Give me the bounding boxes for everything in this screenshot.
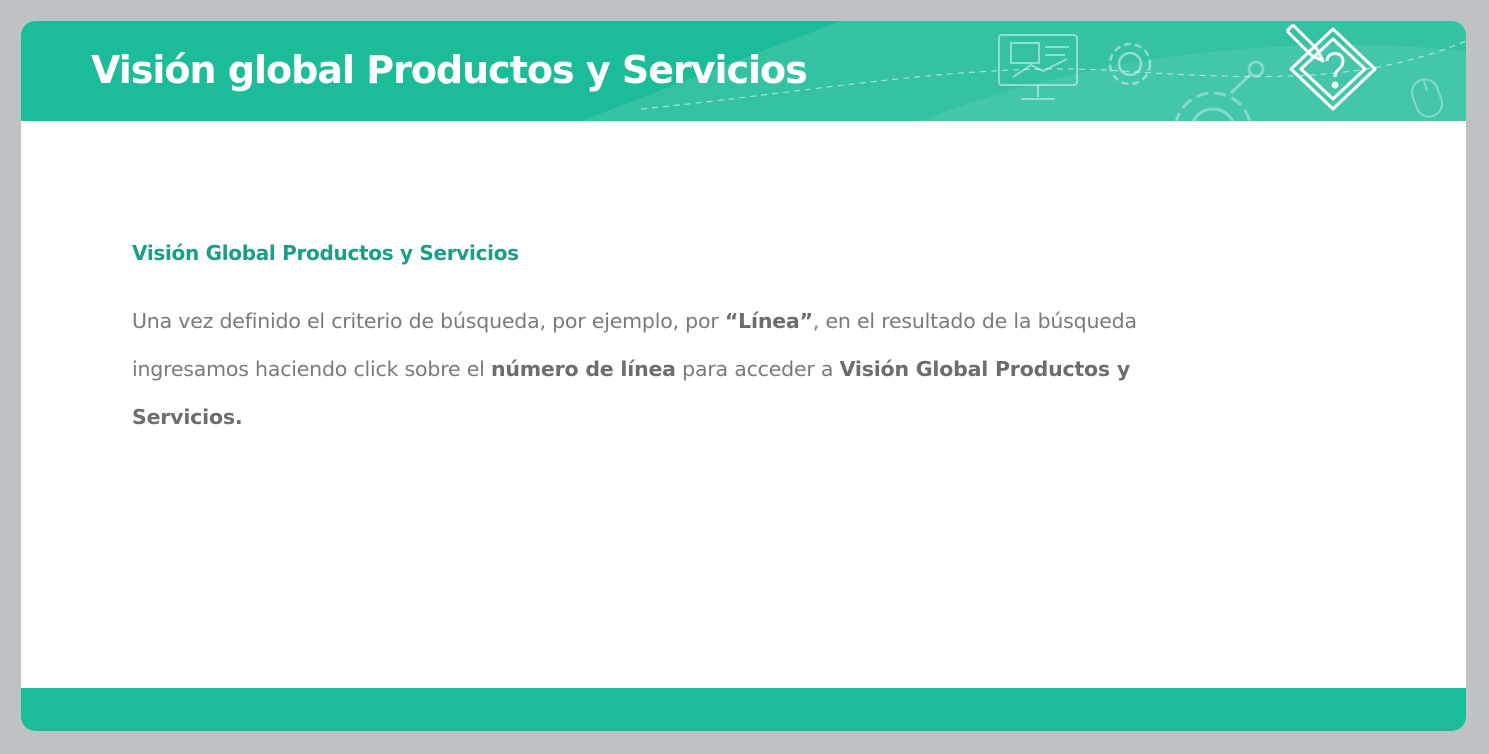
footer-bar (21, 688, 1466, 731)
paragraph-bold-linea: “Línea” (724, 309, 813, 333)
instruction-paragraph: Una vez definido el criterio de búsqueda… (132, 297, 1192, 441)
paragraph-text-3: para acceder a (675, 357, 840, 381)
page-title: Visión global Productos y Servicios (91, 48, 808, 92)
paragraph-bold-numero-de-linea: número de línea (490, 357, 676, 381)
section-title: Visión Global Productos y Servicios (132, 241, 519, 265)
paragraph-text-1: Una vez definido el criterio de búsqueda… (132, 309, 725, 333)
pencil-question-badge-icon (1285, 23, 1377, 111)
slide-card: Visión global Productos y Servicios Visi… (21, 21, 1466, 731)
content-area: Visión Global Productos y Servicios Una … (132, 241, 1192, 441)
header-banner: Visión global Productos y Servicios (21, 21, 1466, 121)
